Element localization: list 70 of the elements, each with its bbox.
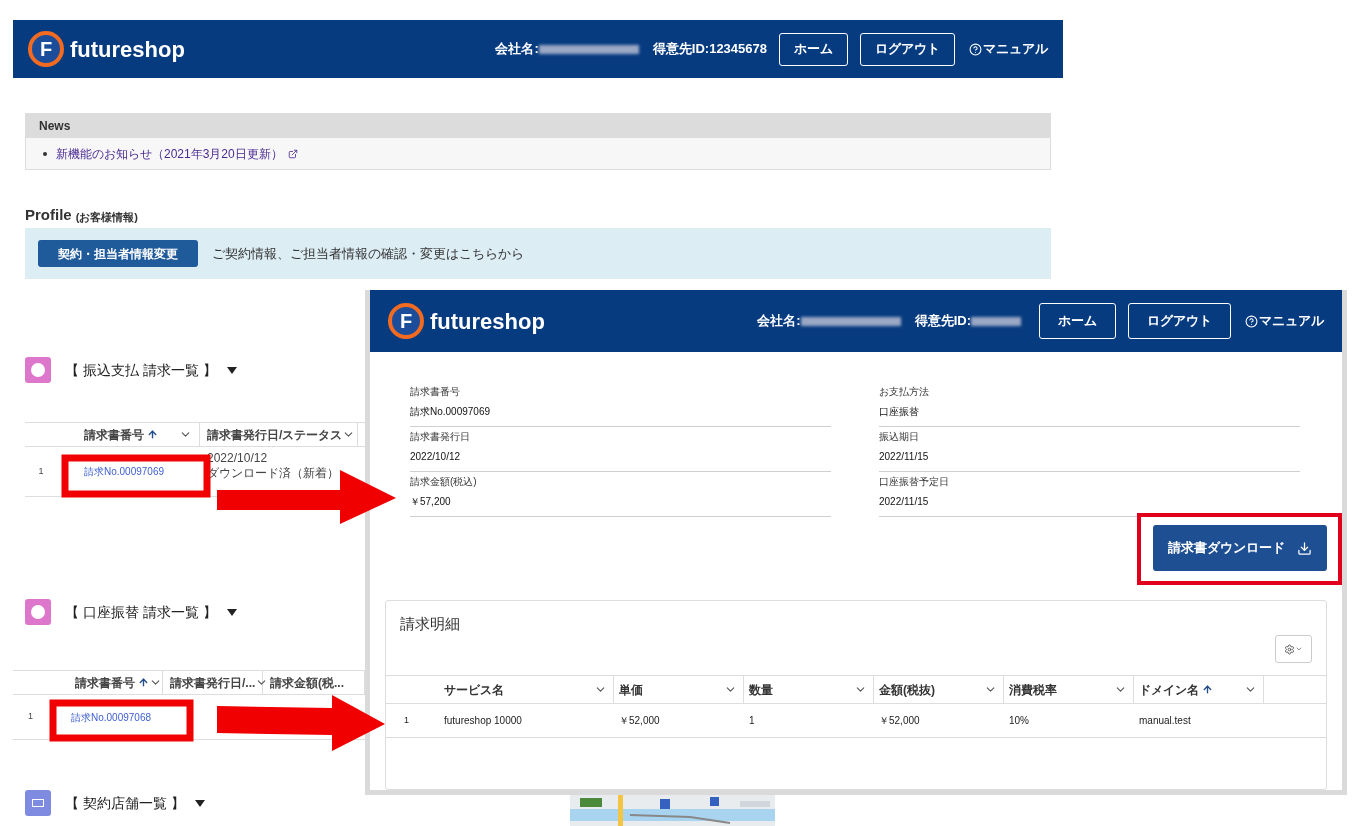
row-number: 1 [27, 710, 34, 724]
gear-icon [1284, 643, 1295, 655]
field-value: 2022/11/15 [879, 450, 930, 464]
column-header[interactable]: 消費税率 [1004, 676, 1134, 703]
news-title: News [26, 114, 1050, 138]
settings-button[interactable] [1275, 635, 1312, 663]
customer-id-label: 得意先ID: [914, 312, 971, 331]
header-button[interactable]: ログアウト [860, 32, 955, 66]
external-link-icon [287, 148, 298, 159]
column-header[interactable]: 請求書発行日/... [163, 671, 263, 694]
field-label: 請求書番号 [410, 385, 461, 399]
caret-icon [226, 366, 237, 374]
field-value: 2022/10/12 [410, 450, 462, 464]
blurred-text [971, 316, 1021, 326]
column-header[interactable]: 請求書番号 [48, 671, 163, 694]
table-cell-text: 10% [1008, 714, 1030, 728]
column-header[interactable]: 単価 [614, 676, 744, 703]
grid-icon [25, 790, 51, 816]
profile-subtitle: (お客様情報) [75, 210, 138, 224]
news-link[interactable]: 新機能のお知らせ（2021年3月20日更新） [56, 144, 283, 163]
manual-link[interactable]: マニュアル [1259, 311, 1324, 331]
field-label: 振込期日 [879, 430, 920, 444]
manual-link[interactable]: マニュアル [983, 39, 1048, 59]
column-header[interactable]: 金額(税抜) [874, 676, 1004, 703]
logo-mark: F [388, 303, 424, 339]
field-label: 請求書発行日 [410, 430, 471, 444]
table-cell-text: futureshop 10000 [443, 714, 523, 728]
help-icon [1245, 314, 1258, 328]
field-label: 請求金額(税込) [410, 475, 478, 489]
brand-name: futureshop [70, 35, 185, 64]
table-cell-text: manual.test [1138, 714, 1192, 728]
field-label: お支払方法 [879, 385, 930, 399]
table-cell-text: ￥52,000 [878, 714, 921, 728]
column-header[interactable]: 請求書発行日/ステータス [200, 423, 358, 446]
invoice-link[interactable]: 請求No.00097069 [57, 464, 200, 479]
customer-id: 得意先ID:12345678 [652, 40, 767, 59]
row-number: 1 [37, 464, 45, 478]
field-label: 口座振替予定日 [879, 475, 950, 489]
header-button[interactable]: ホーム [1039, 303, 1116, 339]
section-title: 【 契約店舗一覧 】 [65, 793, 185, 813]
profile-description: ご契約情報、ご担当者情報の確認・変更はこちらから [212, 244, 524, 263]
column-header[interactable]: 請求書番号 [57, 423, 200, 446]
field-value: ￥57,200 [410, 495, 452, 509]
company-label: 会社名: [757, 312, 801, 331]
field-value: 2022/11/15 [879, 495, 930, 509]
column-header[interactable]: ドメイン名 [1134, 676, 1264, 703]
column-header[interactable]: 数量 [744, 676, 874, 703]
caret-icon [194, 799, 205, 807]
brand-name: futureshop [430, 307, 545, 336]
profile-title: Profile [25, 206, 72, 224]
header-button[interactable]: ホーム [779, 32, 848, 66]
row-number: 1 [403, 713, 410, 727]
profile-button[interactable]: 契約・担当者情報変更 [38, 240, 198, 267]
help-icon [969, 42, 982, 56]
caret-icon [1295, 645, 1303, 653]
caret-icon [226, 608, 237, 616]
table-cell-text: ￥52,000 [618, 714, 661, 728]
column-header[interactable]: サービス名 [430, 676, 614, 703]
download-button[interactable]: 請求書ダウンロード [1153, 525, 1327, 571]
card-title: 請求明細 [400, 614, 460, 634]
table-cell-text: 1 [748, 714, 756, 728]
field-value: 口座振替 [879, 405, 920, 419]
download-icon [1297, 540, 1312, 556]
section-title: 【 口座振替 請求一覧 】 [65, 602, 217, 622]
company-label: 会社名: [495, 40, 539, 59]
field-value: 請求No.00097069 [410, 405, 492, 419]
section-title: 【 振込支払 請求一覧 】 [65, 360, 217, 380]
invoice-link[interactable]: 請求No.00097068 [48, 709, 176, 725]
header-button[interactable]: ログアウト [1128, 303, 1231, 339]
logo-mark: F [28, 31, 64, 67]
